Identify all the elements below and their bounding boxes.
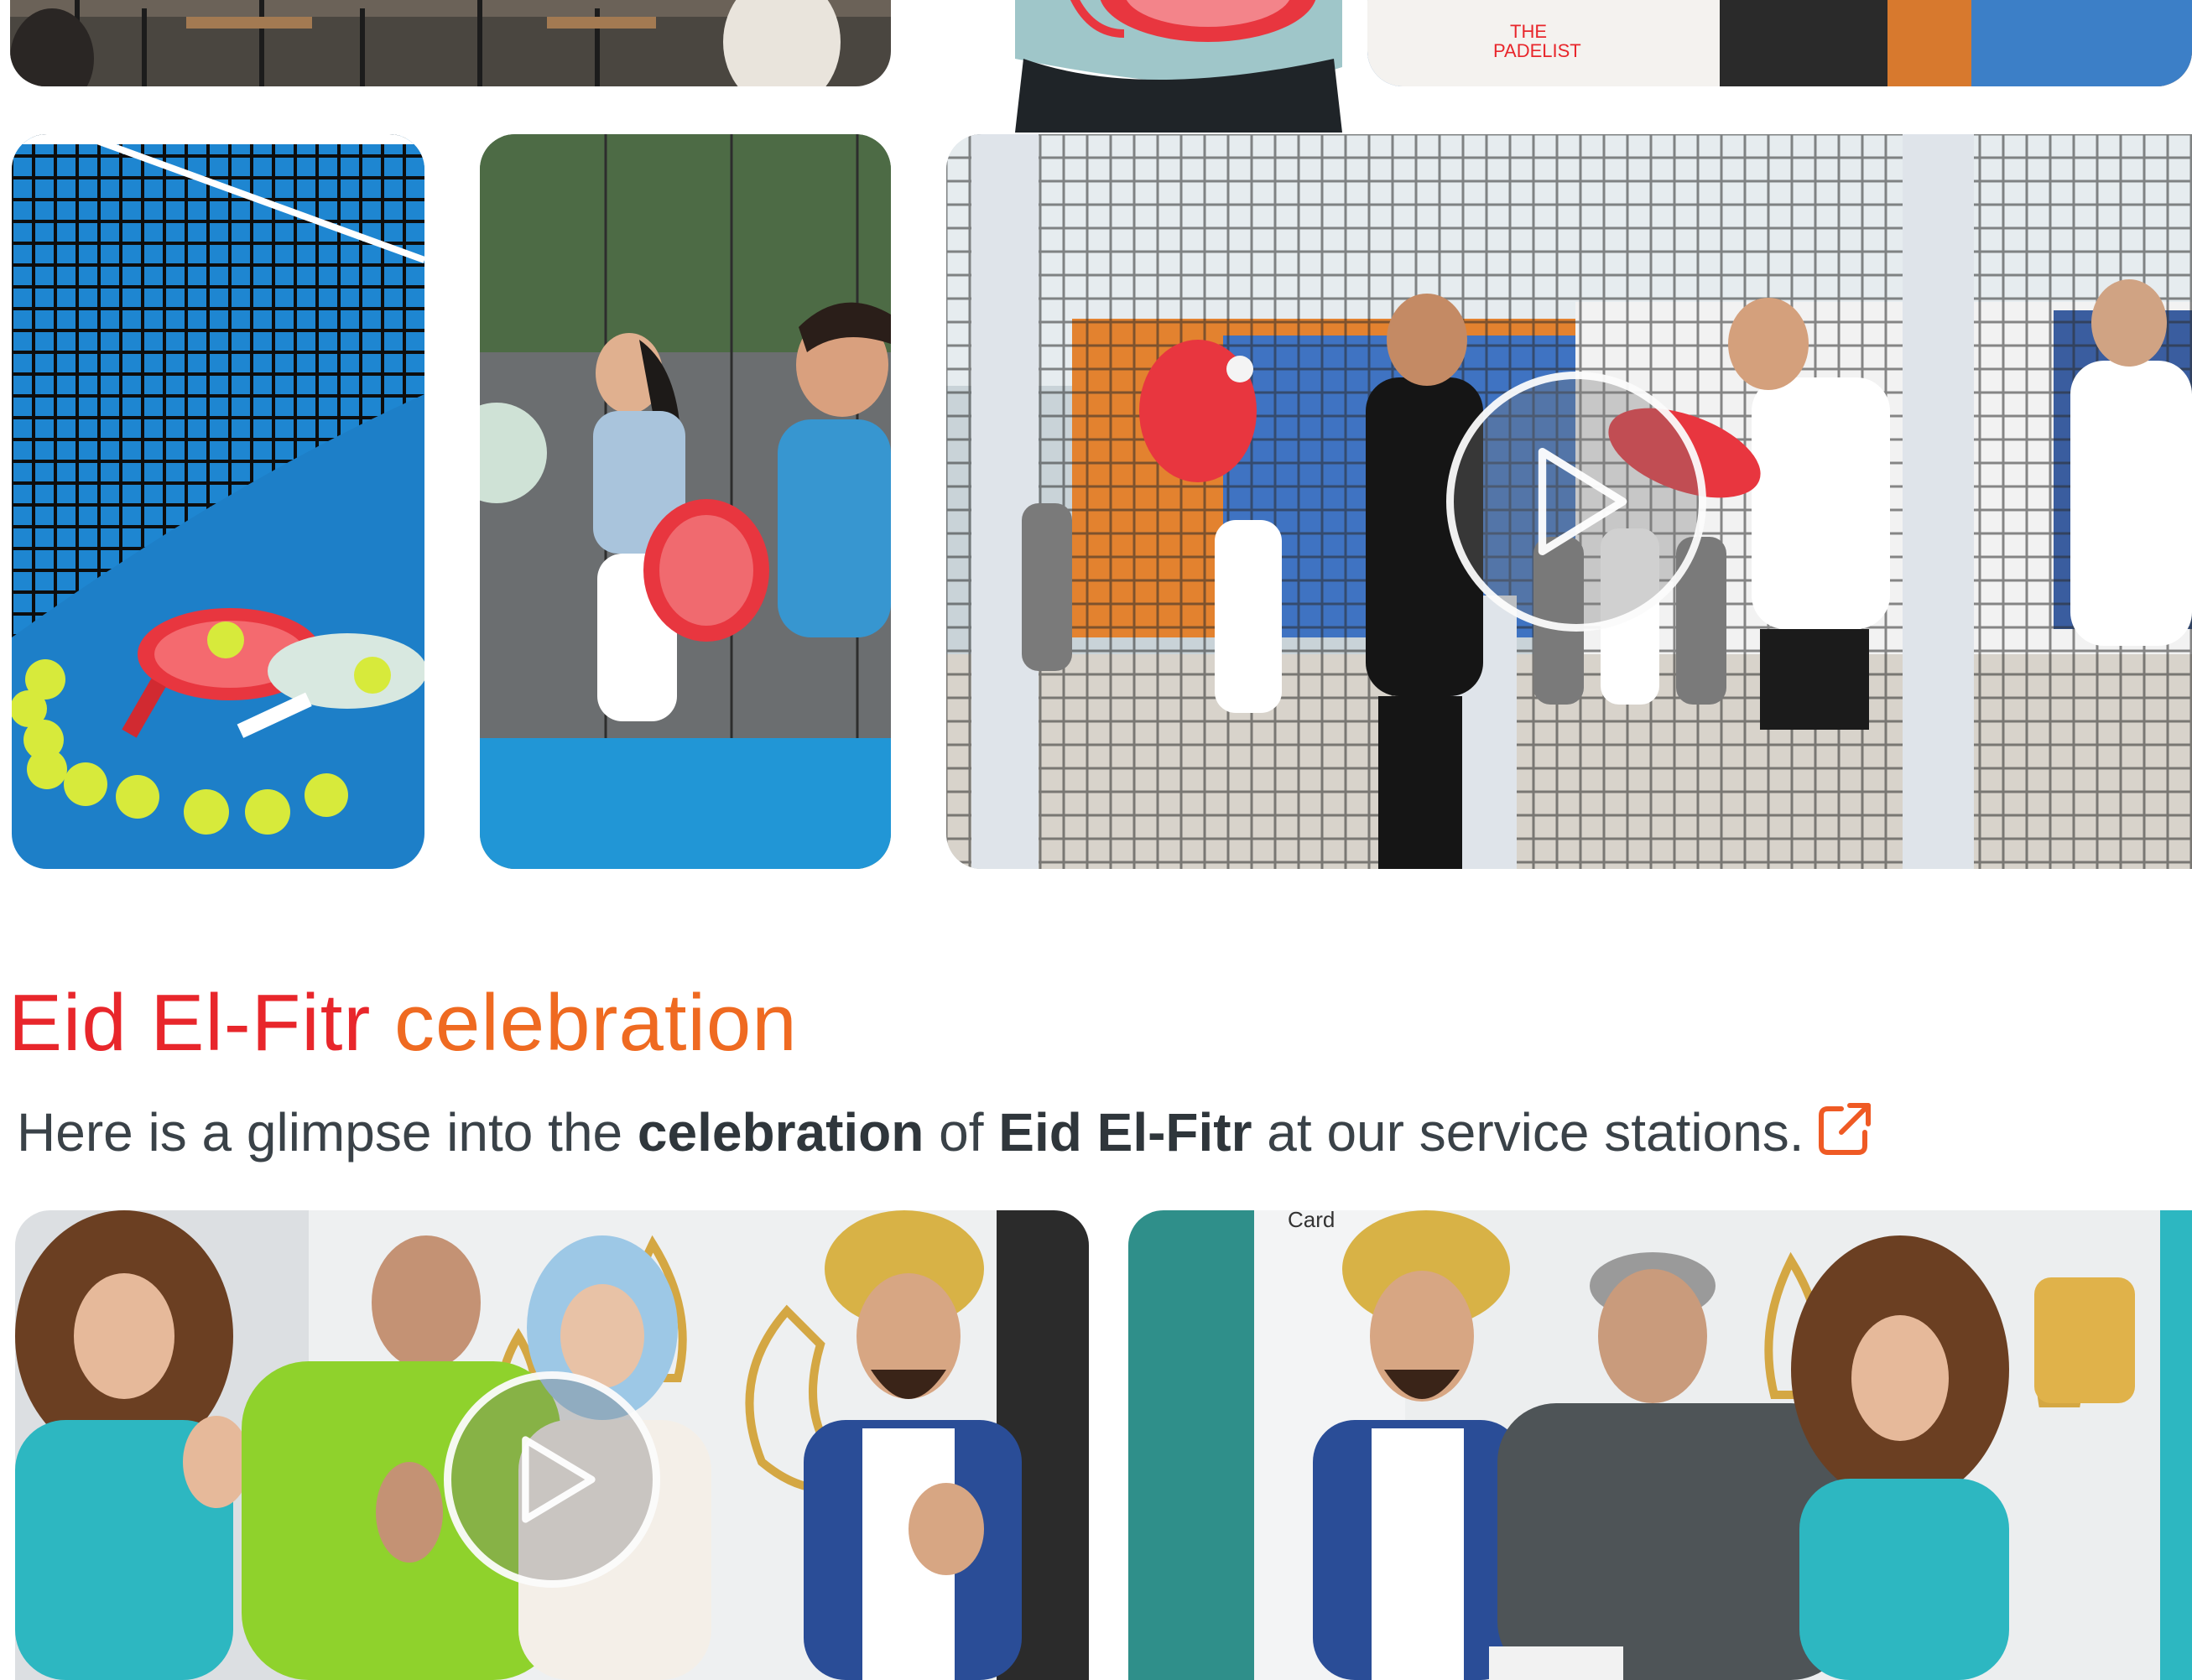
photo-eid-group-image: Card [1128,1210,2192,1680]
gallery-photo-rackets[interactable] [12,134,424,869]
svg-text:Card: Card [1288,1210,1335,1232]
play-video-button[interactable] [1446,372,1706,632]
intro-text-end: at our service stations. [1252,1102,1804,1162]
gallery-photo-shirt[interactable]: THE PADELIST [1367,0,2192,86]
photo-rackets-image [12,134,424,869]
photo-shirt-image: THE PADELIST [1367,0,2192,86]
gallery-video-ceremony[interactable] [946,134,2192,869]
gallery-photo-player[interactable] [1015,0,1342,133]
section-title-part1: Eid El-Fitr [8,978,372,1068]
play-video-button[interactable] [444,1371,660,1588]
external-link-icon[interactable] [1816,1100,1873,1157]
photo-crowd-image [10,0,891,86]
section-intro: Here is a glimpse into the celebration o… [17,1099,1873,1166]
play-icon [522,1436,596,1523]
gallery-photo-eid-group[interactable]: Card [1128,1210,2192,1680]
intro-text-mid: of [924,1102,999,1162]
gallery-photo-crowd[interactable] [10,0,891,86]
intro-text-start: Here is a glimpse into the [17,1102,638,1162]
photo-players-image [480,134,891,869]
svg-text:PADELIST: PADELIST [1493,40,1581,61]
svg-text:THE: THE [1510,21,1547,42]
section-title: Eid El-Fitr celebration [8,973,798,1074]
intro-bold-celebration: celebration [637,1102,924,1162]
gallery-video-eid[interactable] [15,1210,1089,1680]
photo-player-image [1015,0,1342,133]
intro-bold-eid: Eid El-Fitr [998,1102,1252,1162]
section-title-part2: celebration [394,978,798,1068]
play-icon [1538,447,1627,556]
gallery-photo-players[interactable] [480,134,891,869]
